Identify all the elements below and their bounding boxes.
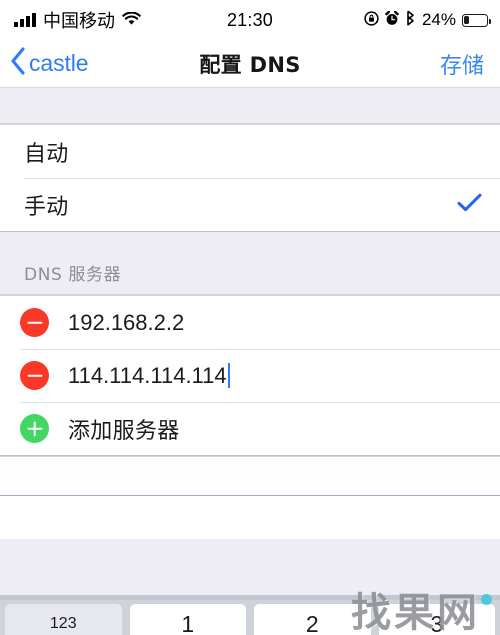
keyboard-row: 123 1 2 3 <box>0 600 500 635</box>
back-button[interactable]: castle <box>0 47 89 80</box>
keyboard-key-3[interactable]: 3 <box>378 604 495 635</box>
minus-circle-icon[interactable] <box>20 308 49 337</box>
status-bar-right: 24% <box>364 10 491 31</box>
carrier-label: 中国移动 <box>43 11 115 32</box>
dns-servers-section-header: DNS 服务器 <box>0 232 500 295</box>
top-spacer <box>0 88 500 124</box>
bluetooth-icon <box>405 10 416 31</box>
save-button[interactable]: 存储 <box>440 48 484 80</box>
chevron-left-icon <box>10 47 26 80</box>
rotation-lock-icon <box>364 10 379 31</box>
dns-server-value[interactable]: 114.114.114.114 <box>68 363 227 389</box>
minus-circle-icon[interactable] <box>20 361 49 390</box>
iphone-screen: 中国移动 21:30 24% castle 配置 DNS 存储 自动 手动 DN… <box>0 0 500 635</box>
numeric-keyboard[interactable]: 123 1 2 3 <box>0 595 500 635</box>
dns-mode-option-automatic[interactable]: 自动 <box>0 125 500 178</box>
dns-mode-option-label: 自动 <box>24 141 69 167</box>
checkmark-icon <box>457 193 482 217</box>
battery-icon <box>462 13 491 27</box>
back-button-label: castle <box>29 50 89 76</box>
alarm-clock-icon <box>385 10 399 31</box>
dns-mode-option-manual[interactable]: 手动 <box>0 178 500 231</box>
dns-server-input-wrapper[interactable]: 114.114.114.114 <box>68 363 231 389</box>
battery-percent-label: 24% <box>421 10 456 29</box>
dns-servers-section-header-label: DNS 服务器 <box>24 265 122 285</box>
add-server-row[interactable]: 添加服务器 <box>0 402 500 455</box>
dns-mode-group: 自动 手动 <box>0 124 500 232</box>
keyboard-key-2[interactable]: 2 <box>254 604 371 635</box>
wifi-icon <box>122 10 141 31</box>
text-cursor <box>227 363 231 388</box>
search-domains-group[interactable] <box>0 456 500 496</box>
add-server-label: 添加服务器 <box>68 418 180 444</box>
navigation-bar: castle 配置 DNS 存储 <box>0 40 500 88</box>
dns-mode-option-label: 手动 <box>24 194 69 220</box>
plus-circle-icon[interactable] <box>20 414 49 443</box>
dns-server-row[interactable]: 192.168.2.2 <box>0 296 500 349</box>
status-bar: 中国移动 21:30 24% <box>0 0 500 40</box>
dns-servers-group: 192.168.2.2 114.114.114.114 添加服务器 <box>0 295 500 456</box>
keyboard-key-123[interactable]: 123 <box>5 604 122 635</box>
keyboard-key-1[interactable]: 1 <box>129 604 246 635</box>
cellular-signal-icon <box>14 13 36 27</box>
bottom-spacer <box>0 496 500 539</box>
dns-server-value[interactable]: 192.168.2.2 <box>68 310 184 336</box>
dns-server-row[interactable]: 114.114.114.114 <box>0 349 500 402</box>
status-bar-left: 中国移动 <box>14 7 141 33</box>
